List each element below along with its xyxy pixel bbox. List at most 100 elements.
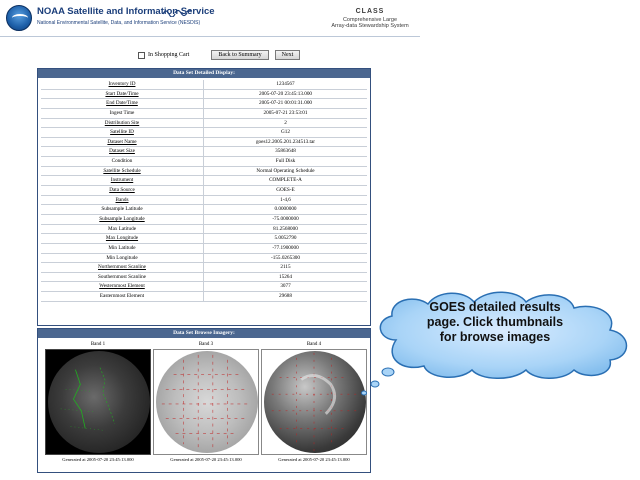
detail-value: 2005-07-20 23:45:13.000 xyxy=(258,90,313,97)
detail-key[interactable]: Subsample Longitude xyxy=(41,214,204,224)
detail-key: Max Latitude xyxy=(41,224,204,234)
detail-key[interactable]: Inventory ID xyxy=(41,80,204,89)
thumbnail-band-label: Band 3 xyxy=(198,342,214,347)
thumbnail-band-1[interactable]: Band 1 Generated at 2005-07-20 23:45:13.… xyxy=(44,341,152,469)
results-toolbar: In Shopping Cart Back to Summary Next xyxy=(138,49,301,61)
thumbnail-generated: Generated at 2005-07-20 23:45:13.000 xyxy=(278,457,350,462)
gridline-overlay xyxy=(161,354,251,449)
shopping-cart-checkbox[interactable] xyxy=(138,51,145,59)
details-table: Inventory ID 1234567 Start Date/Time 2005-0… xyxy=(38,78,370,302)
detail-value: Normal Operating Schedule xyxy=(256,167,315,174)
detail-key: Ingest Time xyxy=(41,108,204,118)
table-row: Subsample Longitude -75.0000000 xyxy=(41,214,367,225)
thumbnail-generated: Generated at 2005-07-20 23:45:13.000 xyxy=(62,457,134,462)
thumbnail-row: Band 1 Generated at 2005-07-20 23:45:13.… xyxy=(38,341,370,469)
detail-value: 2 xyxy=(284,119,287,126)
table-row: Condition Full Disk xyxy=(41,157,367,167)
callout-text: GOES detailed results page. Click thumbn… xyxy=(390,300,600,345)
detail-value: 2115 xyxy=(280,264,291,271)
browse-imagery-panel: Data Set Browse Imagery: Band 1 Generate… xyxy=(37,328,371,473)
detail-value: 29688 xyxy=(279,293,292,300)
detail-key[interactable]: Instrument xyxy=(41,176,204,186)
detail-key[interactable]: Data Source xyxy=(41,186,204,195)
table-row: Satellite Schedule Normal Operating Sched… xyxy=(41,166,367,177)
detail-value: 5.0052790 xyxy=(274,235,297,242)
detail-value: 2005-07-21 00:01:31.000 xyxy=(258,100,313,107)
detail-key[interactable]: Dataset Name xyxy=(41,137,204,147)
table-row: Instrument COMPLETE-A xyxy=(41,176,367,187)
table-row: Easternmost Element 29688 xyxy=(41,292,367,302)
callout-line-3: for browse images xyxy=(439,330,551,344)
thumbnail-band-4[interactable]: Band 4 Generated at 2005-07-20 23:45:13.… xyxy=(260,341,368,469)
table-row: Satellite ID G12 xyxy=(41,128,367,138)
table-row: Westernmost Element 3077 xyxy=(41,282,367,293)
table-row: Inventory ID 1234567 xyxy=(41,80,367,90)
detail-key[interactable]: Bands xyxy=(41,195,204,205)
callout-pointer xyxy=(361,367,395,396)
table-row: Data Source GOES-E xyxy=(41,186,367,196)
next-button[interactable]: Next xyxy=(274,50,301,60)
header-divider xyxy=(0,36,420,37)
detail-value: 1-4,6 xyxy=(280,196,291,203)
callout-line-1: GOES detailed results xyxy=(429,300,561,314)
detail-key[interactable]: Northernmost Scanline xyxy=(41,263,204,272)
gridline-overlay xyxy=(271,352,357,452)
detail-value: -155.0265300 xyxy=(271,254,300,261)
detail-key[interactable]: Satellite ID xyxy=(41,128,204,137)
table-row: Min Longitude -155.0265300 xyxy=(41,253,367,264)
detail-key: Min Latitude xyxy=(41,243,204,253)
detail-value: 2005-07-21 23:53:01 xyxy=(263,109,308,116)
detail-value: -75.0000000 xyxy=(272,215,299,222)
detail-value: G12 xyxy=(281,129,290,136)
back-to-summary-button[interactable]: Back to Summary xyxy=(211,50,269,60)
dataset-details-panel: Data Set Detailed Display: Inventory ID 1… xyxy=(37,68,371,326)
detail-key: Southernmost Scanline xyxy=(41,272,204,282)
org-subtitle: National Environmental Satellite, Data, … xyxy=(37,20,201,26)
detail-value: 15264 xyxy=(279,273,292,280)
detail-key[interactable]: Start Date/Time xyxy=(41,89,204,99)
detail-value: GOES-E xyxy=(276,187,295,194)
shopping-cart-label: In Shopping Cart xyxy=(148,52,190,58)
detail-value: -77.1900000 xyxy=(272,244,299,251)
browse-panel-title: Data Set Browse Imagery: xyxy=(38,329,370,338)
thumbnail-band-label: Band 1 xyxy=(90,342,106,347)
detail-key[interactable]: End Date/Time xyxy=(41,99,204,108)
thumbnail-image[interactable] xyxy=(45,349,151,455)
table-row: Dataset Size 35863648 xyxy=(41,147,367,158)
callout-line-2: page. Click thumbnails xyxy=(426,315,564,329)
detail-value: Full Disk xyxy=(275,158,296,165)
detail-key: Subsample Latitude xyxy=(41,205,204,214)
table-row: Northernmost Scanline 2115 xyxy=(41,263,367,273)
table-row: Max Longitude 5.0052790 xyxy=(41,234,367,244)
detail-value: 1234567 xyxy=(276,81,295,87)
thumbnail-image[interactable] xyxy=(153,349,259,455)
table-row: Distribution Site 2 xyxy=(41,118,367,129)
details-panel-title: Data Set Detailed Display: xyxy=(38,69,370,78)
detail-key[interactable]: Westernmost Element xyxy=(41,282,204,292)
table-row: Max Latitude 81.2568000 xyxy=(41,224,367,235)
coastline-overlay xyxy=(60,367,115,431)
detail-key[interactable]: Max Longitude xyxy=(41,234,204,243)
detail-key[interactable]: Dataset Size xyxy=(41,147,204,157)
detail-key: Easternmost Element xyxy=(41,292,204,301)
thumbnail-band-3[interactable]: Band 3 Generated at 2005-07-20 23:45:13.… xyxy=(152,341,260,469)
class-line2: Array-data Stewardship System xyxy=(331,23,409,29)
detail-key: Condition xyxy=(41,157,204,166)
page-header: NOAA Satellite and Information Service N… xyxy=(0,0,420,40)
table-row: Min Latitude -77.1900000 xyxy=(41,243,367,254)
table-row: Subsample Latitude 0.0000000 xyxy=(41,205,367,215)
detail-key[interactable]: Satellite Schedule xyxy=(41,166,204,176)
detail-value: 35863648 xyxy=(275,148,296,155)
thumbnail-generated: Generated at 2005-07-20 23:45:13.000 xyxy=(170,457,242,462)
detail-key: Min Longitude xyxy=(41,253,204,263)
noaa-logo-icon[interactable] xyxy=(6,5,32,31)
thumbnail-image[interactable] xyxy=(261,349,367,455)
detail-value: 0.0000000 xyxy=(274,206,297,213)
class-mark: CLASS xyxy=(355,8,385,15)
wave-icon xyxy=(162,9,192,17)
table-row: Southernmost Scanline 15264 xyxy=(41,272,367,283)
detail-value: COMPLETE-A xyxy=(269,177,302,184)
class-logo[interactable]: CLASS Comprehensive Large Array-data Ste… xyxy=(320,8,420,29)
detail-value: goes12.2005.201.234513.tar xyxy=(255,138,316,145)
detail-key[interactable]: Distribution Site xyxy=(41,118,204,128)
